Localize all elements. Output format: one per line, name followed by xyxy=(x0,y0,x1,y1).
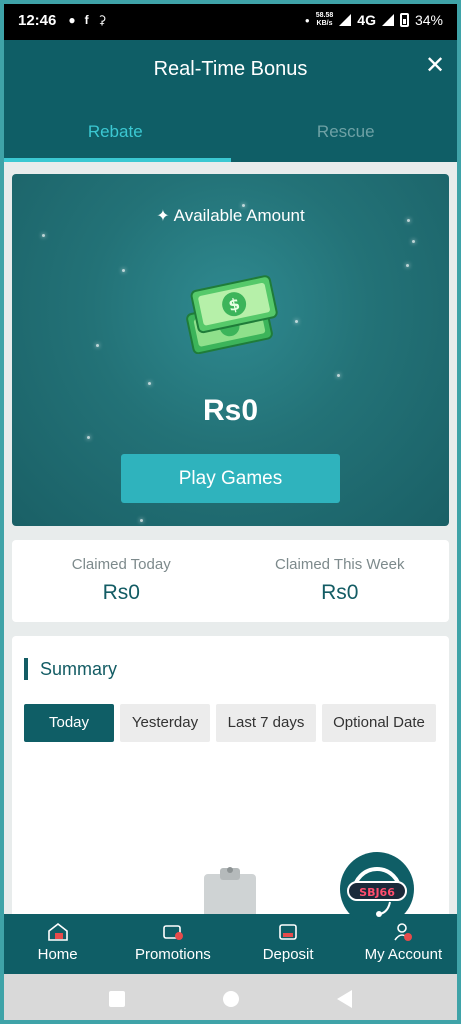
signal-icon-2 xyxy=(381,14,394,26)
close-icon[interactable]: ✕ xyxy=(423,54,447,78)
link-notification-icon: ⚳ xyxy=(97,13,107,27)
play-games-button[interactable]: Play Games xyxy=(121,454,340,503)
recents-button[interactable] xyxy=(109,991,125,1007)
support-logo-button[interactable]: SBJ66 xyxy=(340,852,414,926)
nav-promotions[interactable]: Promotions xyxy=(115,914,230,974)
sparkle-dot xyxy=(140,519,143,522)
nav-home[interactable]: Home xyxy=(0,914,115,974)
tab-bar: Rebate Rescue xyxy=(0,112,461,162)
filter-optional-date[interactable]: Optional Date xyxy=(322,704,436,742)
sparkle-icon: ✦ xyxy=(156,208,170,225)
tab-rescue[interactable]: Rescue xyxy=(231,112,461,162)
nav-promotions-label: Promotions xyxy=(134,946,211,963)
back-button[interactable] xyxy=(337,990,352,1008)
chat-notification-icon: ● xyxy=(68,13,76,27)
sparkle-dot xyxy=(87,436,90,439)
summary-title: Summary xyxy=(24,658,117,680)
filter-last-7-days[interactable]: Last 7 days xyxy=(216,704,316,742)
sparkle-dot xyxy=(412,240,415,243)
nav-my-account-label: My Account xyxy=(364,946,443,963)
dot-icon: ● xyxy=(304,15,310,25)
claimed-today: Claimed Today Rs0 xyxy=(12,540,231,622)
claimed-week-value: Rs0 xyxy=(321,581,359,604)
status-time: 12:46 xyxy=(18,11,57,29)
date-filter-group: Today Yesterday Last 7 days Optional Dat… xyxy=(24,704,436,742)
sparkle-dot xyxy=(406,264,409,267)
available-amount-value: Rs0 xyxy=(202,394,259,427)
sparkle-dot xyxy=(295,320,298,323)
claimed-week: Claimed This Week Rs0 xyxy=(231,540,450,622)
status-bar: 12:46 ● f ⚳ ● 58.58 KB/s 4G 34% xyxy=(0,0,461,40)
claimed-week-label: Claimed This Week xyxy=(275,556,405,573)
tab-rebate[interactable]: Rebate xyxy=(0,112,231,162)
nav-deposit-label: Deposit xyxy=(262,946,314,963)
available-amount-label: Available Amount xyxy=(173,206,305,225)
sparkle-dot xyxy=(42,234,45,237)
money-icon: $ xyxy=(186,275,278,354)
battery-icon xyxy=(399,13,409,27)
home-button[interactable] xyxy=(223,991,239,1007)
signal-icon xyxy=(339,14,352,26)
filter-today[interactable]: Today xyxy=(24,704,114,742)
claimed-today-value: Rs0 xyxy=(102,581,140,604)
logo-text: SBJ66 xyxy=(359,886,395,899)
android-nav-bar xyxy=(0,974,461,1024)
net-speed-unit: KB/s xyxy=(316,20,333,27)
deposit-icon xyxy=(279,924,297,940)
promotions-icon xyxy=(163,925,183,940)
battery-percent: 34% xyxy=(414,12,443,28)
header: Real-Time Bonus ✕ Rebate Rescue xyxy=(0,40,461,162)
nav-home-label: Home xyxy=(37,946,78,963)
available-amount-card: ✦ Available Amount $ Rs0 Play Games xyxy=(12,174,449,526)
sparkle-dot xyxy=(122,269,125,272)
nav-deposit[interactable]: Deposit xyxy=(231,914,346,974)
network-type: 4G xyxy=(357,12,376,28)
net-speed: 58.58 KB/s xyxy=(316,12,334,28)
available-amount-label-row: ✦ Available Amount xyxy=(12,206,449,226)
sparkle-dot xyxy=(96,344,99,347)
facebook-notification-icon: f xyxy=(84,13,89,27)
filter-yesterday[interactable]: Yesterday xyxy=(120,704,210,742)
sparkle-dot xyxy=(337,374,340,377)
home-icon xyxy=(47,922,68,941)
claimed-today-label: Claimed Today xyxy=(71,556,171,573)
sparkle-dot xyxy=(148,382,151,385)
headset-logo-icon: SBJ66 xyxy=(347,867,407,917)
net-speed-value: 58.58 xyxy=(315,12,334,19)
status-right: ● 58.58 KB/s 4G 34% xyxy=(305,12,443,28)
claimed-card: Claimed Today Rs0 Claimed This Week Rs0 xyxy=(12,540,449,622)
page-title: Real-Time Bonus xyxy=(153,58,308,80)
